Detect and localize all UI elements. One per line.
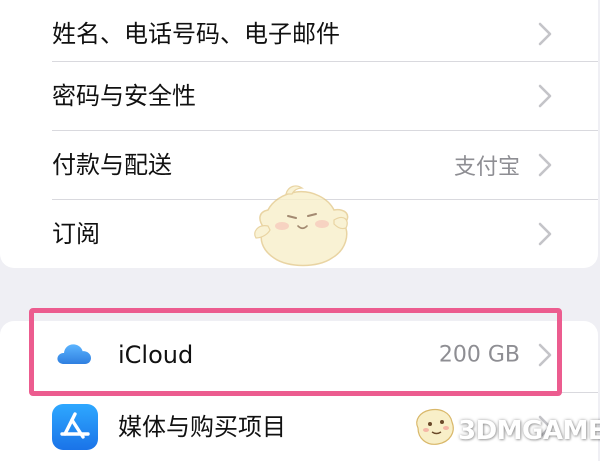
mascot-icon	[254, 185, 349, 267]
row-label: 姓名、电话号码、电子邮件	[52, 20, 340, 48]
highlight-frame	[29, 308, 562, 396]
row-label: 订阅	[52, 220, 100, 248]
row-password-security[interactable]: 密码与安全性	[0, 62, 598, 130]
chevron-right-icon	[538, 222, 552, 246]
app-store-icon	[52, 404, 98, 450]
watermark-text: 3DMGAME	[458, 416, 600, 446]
row-label: 密码与安全性	[52, 82, 196, 110]
payment-method-value: 支付宝	[453, 155, 520, 180]
row-label: 付款与配送	[52, 151, 172, 179]
chevron-right-icon	[538, 84, 552, 108]
chevron-right-icon	[538, 22, 552, 46]
row-label: 媒体与购买项目	[118, 413, 286, 441]
chevron-right-icon	[538, 153, 552, 177]
row-name-phone-email[interactable]: 姓名、电话号码、电子邮件	[0, 0, 598, 68]
watermark-mascot-icon	[416, 408, 454, 445]
